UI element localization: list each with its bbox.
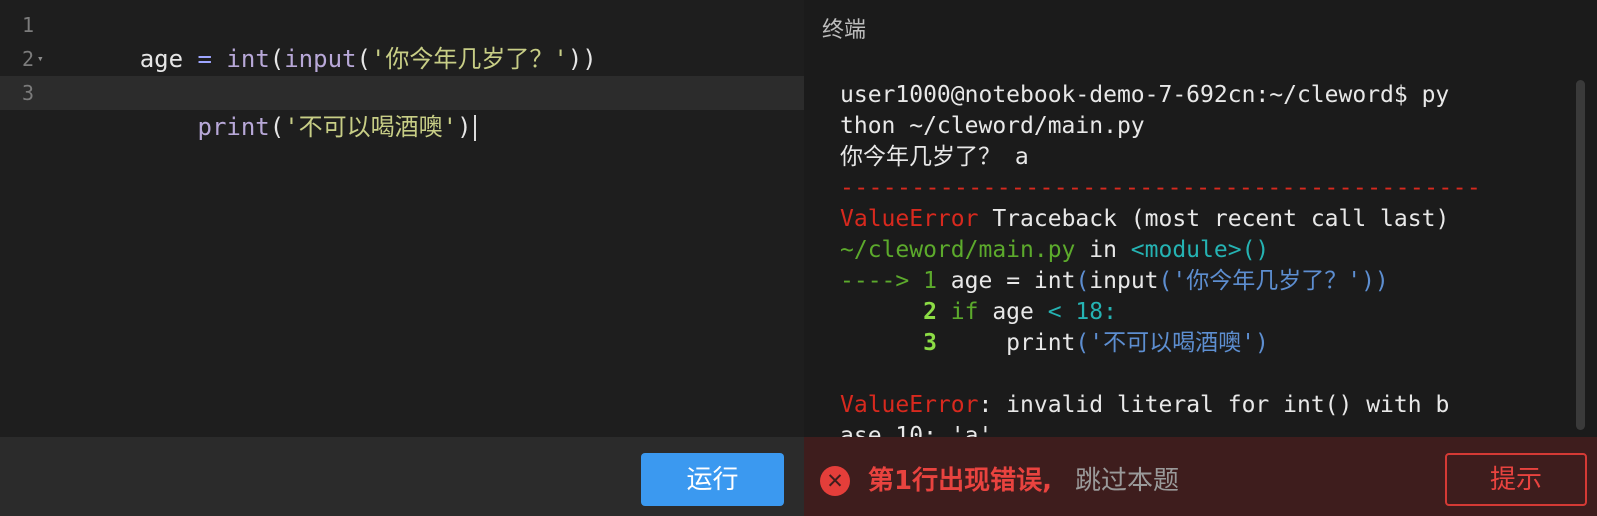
terminal-scrollbar[interactable] [1576,80,1585,430]
traceback-code: ('你今年几岁了？')) [1158,268,1389,294]
traceback-line-number: 2 [840,299,937,325]
traceback-file: ~/cleword/main.py [840,237,1076,263]
error-message: 第1行出现错误, [868,466,1052,496]
terminal-prompt: thon ~/cleword/main.py [840,113,1145,139]
terminal-panel[interactable]: 终端 user1000@notebook-demo-7-692cn:~/clew… [804,0,1597,437]
code-token: print [197,113,270,141]
traceback-code: age [978,299,1048,325]
error-type: ValueError [840,392,979,418]
terminal-input-line: 你今年几岁了？ a [840,144,1029,170]
terminal-output[interactable]: user1000@notebook-demo-7-692cn:~/cleword… [840,80,1530,437]
code-line-3[interactable]: 3 print('不可以喝酒噢') [0,76,804,141]
traceback-code: ('不可以喝酒噢') [1075,330,1269,356]
traceback-header: Traceback (most recent call last) [978,206,1450,232]
traceback-separator: ----------------------------------------… [840,175,1482,201]
code-token: ( [269,113,285,141]
hint-button[interactable]: 提示 [1445,453,1587,506]
error-x-icon: ✕ [820,466,850,496]
text-cursor [473,115,476,141]
skip-question-link[interactable]: 跳过本题 [1075,462,1179,500]
code-editor[interactable]: 1 age = int(input('你今年几岁了？')) 2 ▾ if age… [0,0,804,437]
traceback-in: in [1075,237,1131,263]
code-line-2[interactable]: 2 ▾ if age < 18: [0,42,804,107]
traceback-code: if [936,299,979,325]
traceback-code: print [936,330,1076,356]
traceback-code: int [1033,268,1076,294]
fold-arrow-icon[interactable]: ▾ [37,42,44,76]
code-token: ) [457,113,472,141]
code-token: '不可以喝酒噢' [284,113,458,141]
terminal-title: 终端 [822,18,867,43]
line-number: 3 [21,81,34,105]
traceback-arrow: ----> 1 [840,268,937,294]
line-number: 1 [21,13,34,37]
code-line-1[interactable]: 1 age = int(input('你今年几岁了？')) [0,8,804,73]
traceback-line-number: 3 [840,330,937,356]
traceback-module: <module>() [1130,237,1270,263]
error-message: : invalid literal for int() with b [978,392,1450,418]
error-type: ValueError [840,206,979,232]
terminal-prompt: user1000@notebook-demo-7-692cn:~/cleword… [840,82,1450,108]
traceback-code: ( [1075,268,1090,294]
traceback-code: age [936,268,1007,294]
traceback-code: < 18: [1047,299,1117,325]
run-button[interactable]: 运行 [641,453,784,506]
traceback-code: = [1006,268,1034,294]
traceback-code: input [1089,268,1159,294]
line-number: 2 [21,47,34,71]
error-message: ase 10: 'a' [840,423,993,437]
